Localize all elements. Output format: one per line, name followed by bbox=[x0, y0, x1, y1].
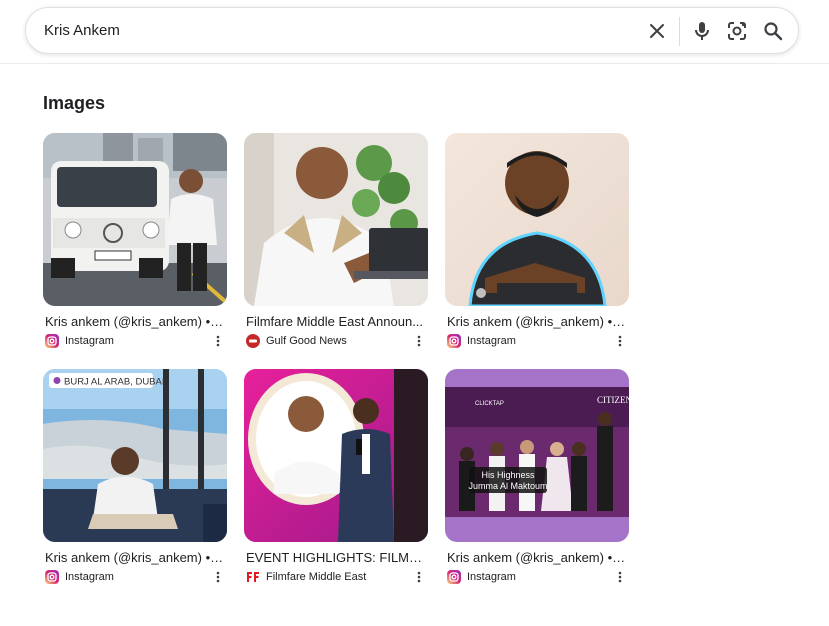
image-result-thumbnail[interactable]: CITIZEN CLICKTAP His Highness Jumma Al M… bbox=[445, 369, 629, 542]
image-result-card: EVENT HIGHLIGHTS: FILMF... Filmfare Midd… bbox=[244, 369, 428, 585]
overlay-caption-line2: Jumma Al Maktoum bbox=[468, 481, 547, 491]
instagram-icon bbox=[44, 570, 59, 585]
image-result-thumbnail[interactable] bbox=[43, 133, 227, 306]
more-options-icon[interactable] bbox=[614, 569, 626, 585]
image-result-title[interactable]: Kris ankem (@kris_ankem) • I... bbox=[447, 314, 627, 329]
search-icon[interactable] bbox=[761, 19, 785, 43]
instagram-icon bbox=[446, 570, 461, 585]
image-result-card: BURJ AL ARAB, DUBAI Kris ankem (@kris_an… bbox=[43, 369, 227, 585]
instagram-icon bbox=[446, 334, 461, 349]
image-result-source-name: Gulf Good News bbox=[266, 335, 347, 347]
search-input[interactable] bbox=[44, 15, 624, 46]
search-bar bbox=[25, 7, 799, 54]
image-result-title[interactable]: Kris ankem (@kris_ankem) • I... bbox=[447, 550, 627, 565]
camera-lens-icon[interactable] bbox=[725, 19, 749, 43]
image-result-card: Filmfare Middle East Announ... Gulf Good… bbox=[244, 133, 428, 349]
images-section-title: Images bbox=[43, 93, 106, 113]
image-result-source[interactable]: Instagram bbox=[44, 333, 227, 349]
image-result-source-name: Instagram bbox=[65, 571, 114, 583]
instagram-icon bbox=[44, 334, 59, 349]
image-result-card: Kris ankem (@kris_ankem) • I... Instagra… bbox=[43, 133, 227, 349]
more-options-icon[interactable] bbox=[614, 333, 626, 349]
image-result-card: Kris ankem (@kris_ankem) • I... Instagra… bbox=[445, 133, 629, 349]
image-result-thumbnail[interactable] bbox=[445, 133, 629, 306]
image-result-title[interactable]: EVENT HIGHLIGHTS: FILMF... bbox=[246, 550, 426, 565]
image-result-source-name: Instagram bbox=[467, 571, 516, 583]
location-overlay-label: BURJ AL ARAB, DUBAI bbox=[64, 377, 165, 388]
image-result-source-name: Filmfare Middle East bbox=[266, 571, 367, 583]
mic-icon[interactable] bbox=[690, 19, 714, 43]
image-result-source[interactable]: Filmfare Middle East bbox=[245, 569, 428, 585]
image-result-source[interactable]: Instagram bbox=[446, 569, 629, 585]
image-result-thumbnail[interactable] bbox=[244, 133, 428, 306]
more-options-icon[interactable] bbox=[413, 569, 425, 585]
image-result-source[interactable]: Instagram bbox=[446, 333, 629, 349]
close-icon[interactable] bbox=[645, 19, 669, 43]
overlay-caption-line1: His Highness bbox=[481, 470, 535, 480]
image-result-card: CITIZEN CLICKTAP His Highness Jumma Al M… bbox=[445, 369, 629, 585]
more-options-icon[interactable] bbox=[212, 569, 224, 585]
filmfare-icon bbox=[245, 570, 260, 585]
image-result-title[interactable]: Kris ankem (@kris_ankem) • I... bbox=[45, 550, 225, 565]
search-bar-divider bbox=[679, 17, 680, 46]
more-options-icon[interactable] bbox=[212, 333, 224, 349]
header-divider bbox=[0, 63, 829, 64]
image-result-source[interactable]: Gulf Good News bbox=[245, 333, 428, 349]
image-result-thumbnail[interactable]: BURJ AL ARAB, DUBAI bbox=[43, 369, 227, 542]
gulf-good-news-icon bbox=[245, 334, 260, 349]
image-result-source[interactable]: Instagram bbox=[44, 569, 227, 585]
image-result-source-name: Instagram bbox=[467, 335, 516, 347]
image-result-thumbnail[interactable] bbox=[244, 369, 428, 542]
overlay-brand-clicktap: CLICKTAP bbox=[475, 401, 504, 407]
image-result-title[interactable]: Kris ankem (@kris_ankem) • I... bbox=[45, 314, 225, 329]
more-options-icon[interactable] bbox=[413, 333, 425, 349]
overlay-brand-citizen: CITIZEN bbox=[597, 395, 629, 405]
image-result-source-name: Instagram bbox=[65, 335, 114, 347]
image-result-title[interactable]: Filmfare Middle East Announ... bbox=[246, 314, 426, 329]
